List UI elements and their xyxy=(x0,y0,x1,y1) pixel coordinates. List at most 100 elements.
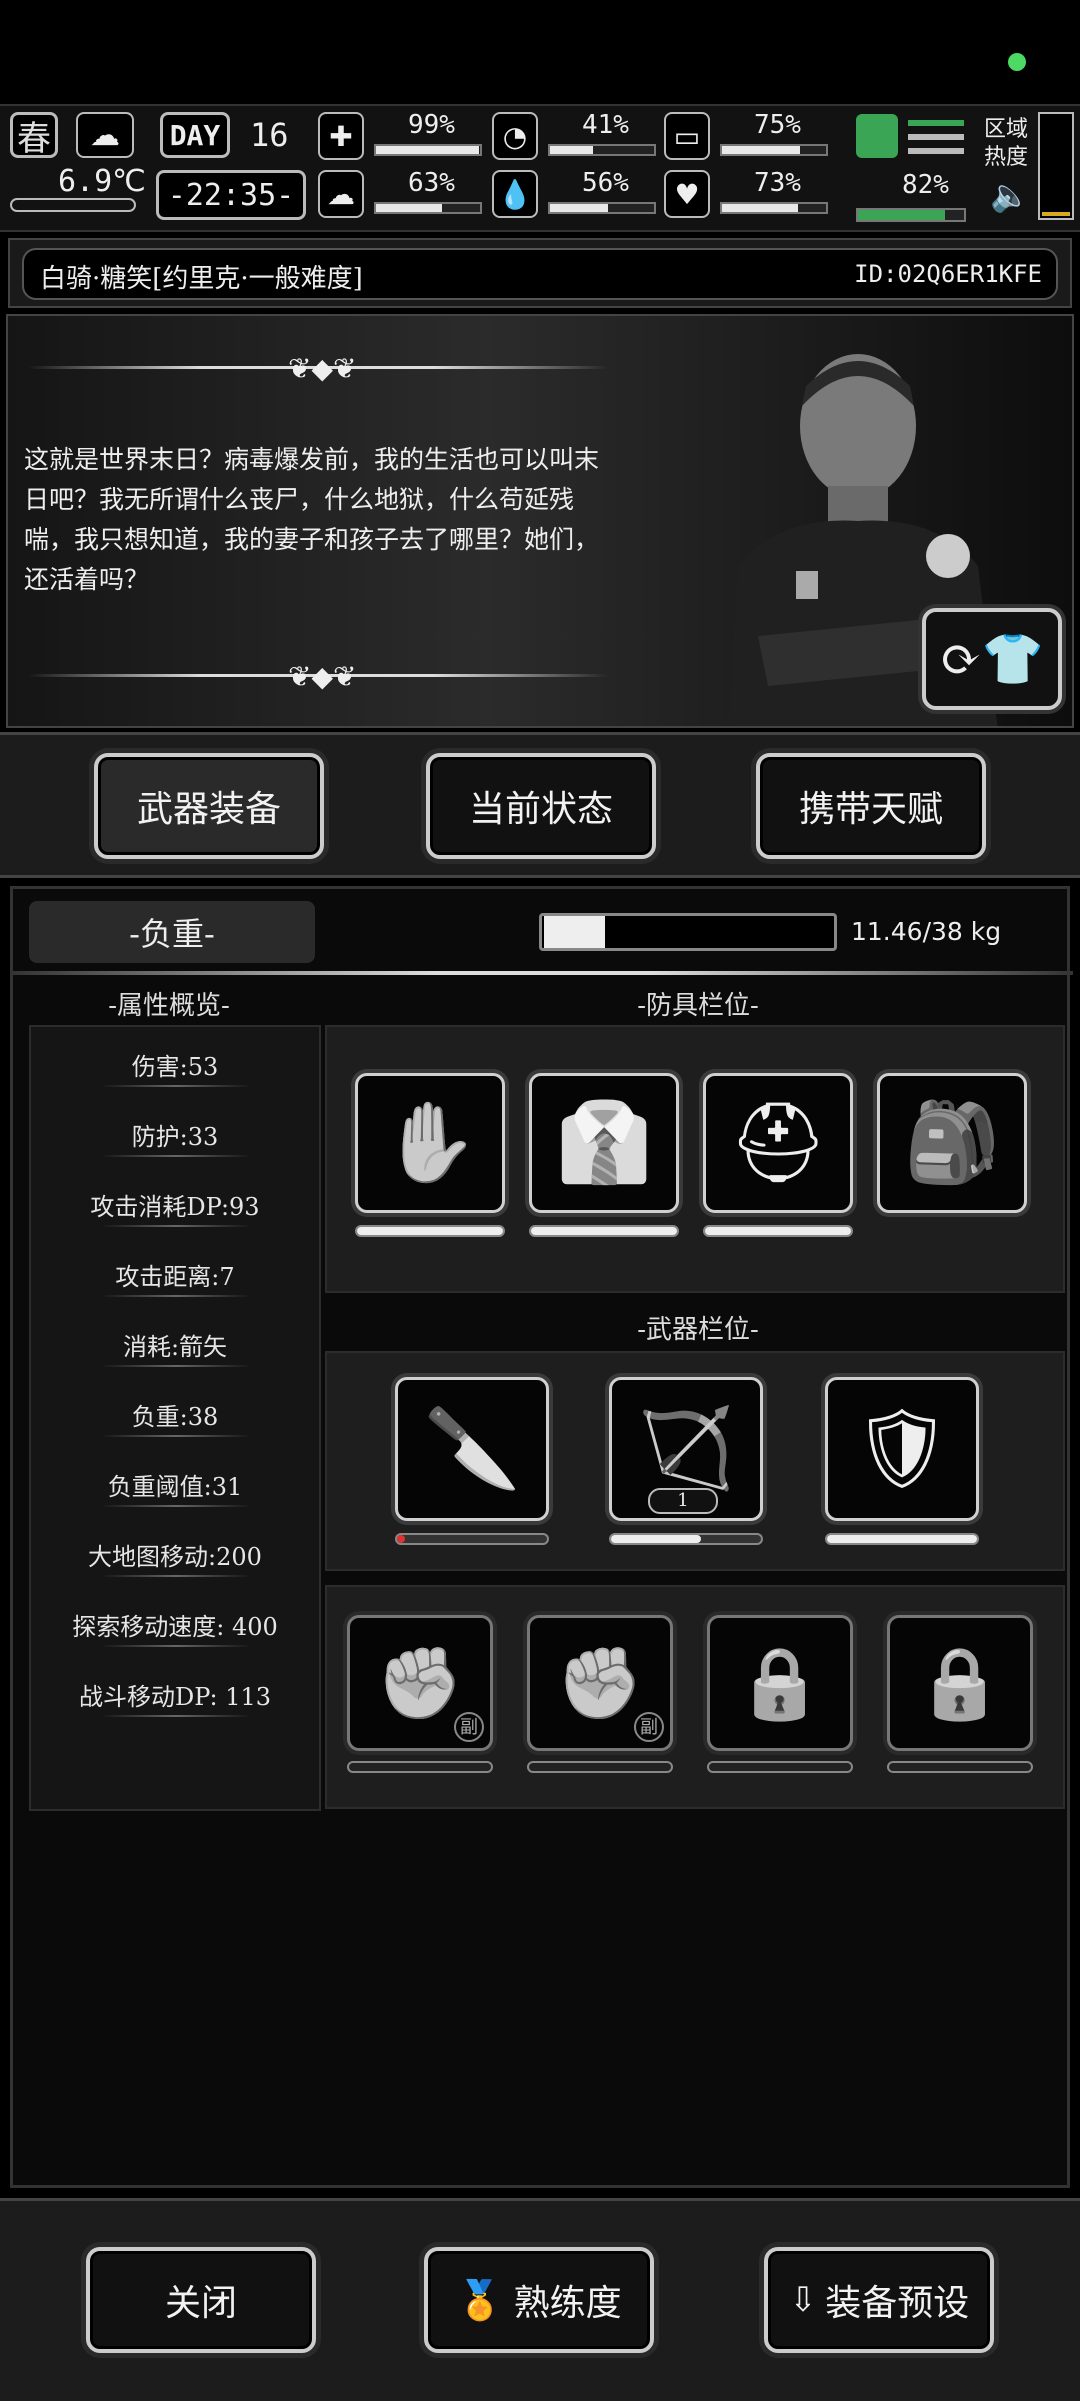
attributes-list: 伤害:53 防护:33 攻击消耗DP:93 攻击距离:7 消耗:箭矢 负重:38 负重阈值:… xyxy=(29,1025,321,1811)
character-name: 白骑·糖笑[约里克·一般难度] xyxy=(40,264,363,294)
ornament-bottom-icon: ❦◆❦ xyxy=(288,660,357,693)
shield-icon: 🛡 xyxy=(852,1403,952,1494)
bottom-bar: 关闭 🏅 熟练度 ⇩ 装备预设 xyxy=(0,2198,1080,2401)
season-badge: 春 xyxy=(10,112,58,159)
stat-water: 💧 56% xyxy=(492,168,660,222)
water-icon: 💧 xyxy=(492,170,538,218)
notification-dot xyxy=(1008,53,1026,71)
day-number: 16 xyxy=(250,116,289,154)
heart-icon: ♥ xyxy=(664,170,710,218)
lock-icon: 🔒 xyxy=(736,1641,824,1724)
brain-icon: ☁ xyxy=(318,170,364,218)
player-id: ID:02Q6ER1KFE xyxy=(854,260,1042,288)
weapons-title: -武器栏位- xyxy=(637,1315,759,1345)
tab-bar: 武器装备 当前状态 携带天赋 xyxy=(0,732,1080,878)
stat-brain: ☁ 63% xyxy=(318,168,486,222)
weather-icon: ☁ xyxy=(76,112,134,158)
zone-heat-label: 区域热度 xyxy=(984,117,1029,170)
temperature-display: 6.9℃ xyxy=(10,164,146,222)
backpack-icon: 🎒 xyxy=(903,1097,1001,1188)
attribute-underline xyxy=(101,1365,251,1367)
stat-bar xyxy=(548,144,656,156)
clothes-slot[interactable]: 👔 xyxy=(529,1073,679,1213)
clock: -22:35- xyxy=(156,170,306,220)
profile-bar: 白骑·糖笑[约里克·一般难度] ID:02Q6ER1KFE xyxy=(8,238,1072,308)
stat-value: 75% xyxy=(754,110,801,140)
speaker-icon[interactable]: 🔈 xyxy=(990,176,1030,214)
tab-talents[interactable]: 携带天赋 xyxy=(756,753,986,859)
story-panel: ❦◆❦ 这就是世界末日？病毒爆发前，我的生活也可以叫末日吧？我无所谓什么丧尸，什… xyxy=(6,314,1074,728)
helmet-icon: ⛑ xyxy=(728,1097,828,1188)
stat-bar xyxy=(548,202,656,214)
energy-bar xyxy=(856,208,966,222)
weight-bar xyxy=(539,913,837,951)
top-hud: 春 ☁ 6.9℃ DAY 16 -22:35- 82% 区域热度 🔈 ✚ 99% ◔… xyxy=(0,104,1080,232)
close-button[interactable]: 关闭 xyxy=(86,2247,316,2353)
zone-heat-meter xyxy=(1038,112,1074,220)
proficiency-button[interactable]: 🏅 熟练度 xyxy=(424,2247,654,2353)
secondary-badge: 副 xyxy=(454,1712,484,1742)
attribute-underline xyxy=(101,1155,251,1157)
weight-value: 11.46/38 kg xyxy=(851,917,1002,946)
durability-bar xyxy=(527,1761,673,1773)
temperature-value: 6.9℃ xyxy=(58,164,146,199)
secondary-weapon-slot[interactable]: ✊ 副 xyxy=(347,1615,493,1751)
attribute-item: 探索移动速度: 400 xyxy=(72,1613,278,1641)
stat-stamina: ▭ 75% xyxy=(664,110,832,164)
stomach-icon: ◔ xyxy=(492,112,538,160)
stat-value: 63% xyxy=(408,168,455,198)
crossbow-slot[interactable]: 🏹 1 xyxy=(609,1377,763,1521)
tab-label: 当前状态 xyxy=(468,789,613,830)
tab-label: 携带天赋 xyxy=(798,789,943,830)
stat-bar xyxy=(374,202,482,214)
armor-slots: ✋ 👔 ⛑ 🎒 xyxy=(325,1025,1065,1293)
attribute-underline xyxy=(101,1225,251,1227)
durability-bar xyxy=(707,1761,853,1773)
tab-weapon-equipment[interactable]: 武器装备 xyxy=(94,753,324,859)
stat-heart: ♥ 73% xyxy=(664,168,832,222)
stat-value: 99% xyxy=(408,110,455,140)
durability-bar xyxy=(347,1761,493,1773)
attribute-item: 攻击消耗DP:93 xyxy=(90,1193,260,1221)
fist-icon: ✊ xyxy=(556,1641,644,1724)
crossbow-icon: 🏹 xyxy=(637,1403,735,1494)
locked-slot[interactable]: 🔒 xyxy=(887,1615,1033,1751)
day-badge: DAY xyxy=(160,112,230,158)
durability-bar xyxy=(355,1225,505,1237)
durability-bar xyxy=(609,1533,763,1545)
fist-icon: ✊ xyxy=(376,1641,464,1724)
attribute-item: 战斗移动DP: 113 xyxy=(78,1683,272,1711)
tab-label: 武器装备 xyxy=(136,789,281,830)
helmet-slot[interactable]: ⛑ xyxy=(703,1073,853,1213)
secondary-weapon-slot[interactable]: ✊ 副 xyxy=(527,1615,673,1751)
stat-stomach: ◔ 41% xyxy=(492,110,660,164)
stat-health: ✚ 99% xyxy=(318,110,486,164)
attribute-underline xyxy=(101,1645,251,1647)
attribute-item: 负重阈值:31 xyxy=(107,1473,243,1501)
weight-label: -负重- xyxy=(29,901,315,963)
shirt-swap-icon: ⟳👕 xyxy=(939,629,1045,688)
tab-current-status[interactable]: 当前状态 xyxy=(426,753,656,859)
change-outfit-button[interactable]: ⟳👕 xyxy=(922,608,1062,710)
locked-slot[interactable]: 🔒 xyxy=(707,1615,853,1751)
durability-bar xyxy=(529,1225,679,1237)
attribute-underline xyxy=(101,1295,251,1297)
energy-panel: 82% xyxy=(852,112,970,226)
clothes-icon: 👔 xyxy=(555,1097,653,1188)
thermometer-icon xyxy=(10,198,136,212)
stat-bar xyxy=(374,144,482,156)
profile-inner: 白骑·糖笑[约里克·一般难度] ID:02Q6ER1KFE xyxy=(22,248,1058,300)
close-label: 关闭 xyxy=(164,2283,237,2324)
attribute-underline xyxy=(101,1715,251,1717)
gloves-slot[interactable]: ✋ xyxy=(355,1073,505,1213)
backpack-slot[interactable]: 🎒 xyxy=(877,1073,1027,1213)
durability-bar xyxy=(703,1225,853,1237)
energy-value: 82% xyxy=(902,170,949,200)
equipment-preset-button[interactable]: ⇩ 装备预设 xyxy=(764,2247,994,2353)
attribute-item: 攻击距离:7 xyxy=(115,1263,235,1291)
stamina-icon: ▭ xyxy=(664,112,710,160)
preset-icon: ⇩ xyxy=(788,2280,818,2320)
knife-slot[interactable]: 🔪 xyxy=(395,1377,549,1521)
attribute-underline xyxy=(101,1085,251,1087)
shield-slot[interactable]: 🛡 xyxy=(825,1377,979,1521)
